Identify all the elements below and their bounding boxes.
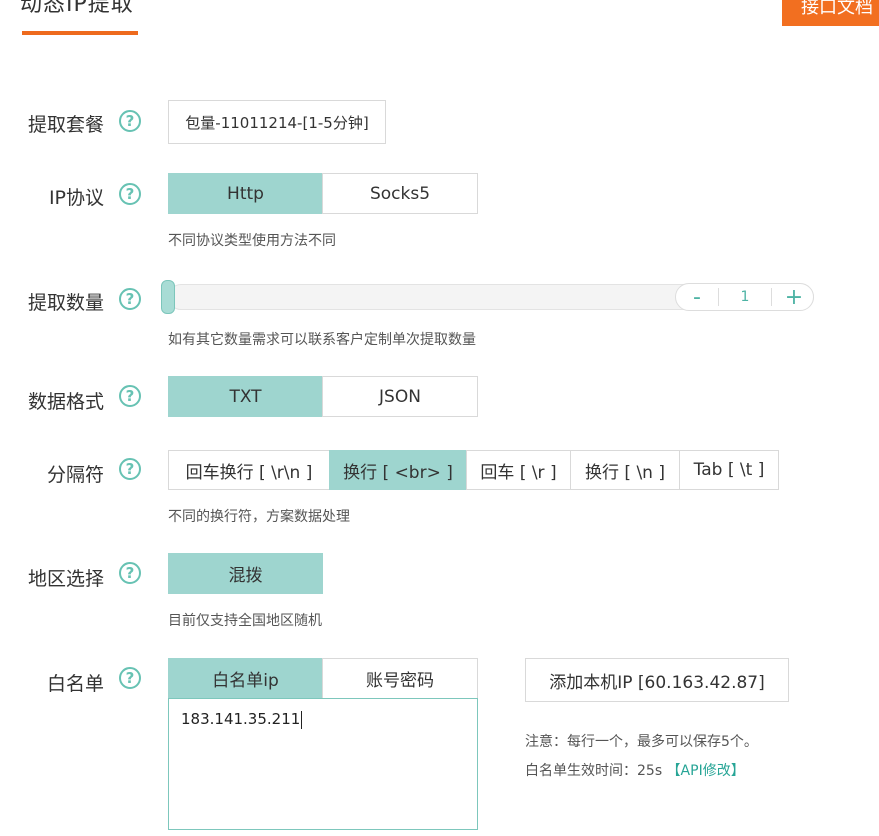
plan-select[interactable]: 包量-11011214-[1-5分钟]	[168, 100, 386, 144]
count-help-icon[interactable]: ?	[119, 288, 141, 310]
decrement-button[interactable]: -	[677, 284, 717, 310]
protocol-hint: 不同协议类型使用方法不同	[168, 233, 336, 249]
add-local-ip-button[interactable]: 添加本机IP [60.163.42.87]	[525, 658, 789, 702]
count-value[interactable]: 1	[718, 288, 772, 306]
separator-crlf-button[interactable]: 回车换行 [ \r\n ]	[168, 450, 330, 490]
separator-hint: 不同的换行符，方案数据处理	[168, 509, 350, 525]
count-label: 提取数量	[27, 292, 104, 314]
whitelist-effective-time: 白名单生效时间：25s 【API修改】	[525, 760, 745, 780]
effective-time-text: 白名单生效时间：25s	[525, 763, 667, 779]
protocol-help-icon[interactable]: ?	[119, 183, 141, 205]
region-label: 地区选择	[27, 568, 104, 590]
whitelist-textarea-value: 183.141.35.211	[181, 710, 301, 728]
separator-lf-button[interactable]: 换行 [ \n ]	[570, 450, 680, 490]
whitelist-label: 白名单	[46, 673, 104, 695]
separator-help-icon[interactable]: ?	[119, 458, 141, 480]
format-help-icon[interactable]: ?	[119, 385, 141, 407]
count-slider-handle[interactable]	[161, 280, 175, 314]
count-stepper: - 1 +	[675, 283, 814, 311]
whitelist-textarea[interactable]: 183.141.35.211	[168, 698, 478, 830]
separator-tab-button[interactable]: Tab [ \t ]	[679, 450, 779, 490]
separator-br-button[interactable]: 换行 [ <br> ]	[329, 450, 467, 490]
format-label: 数据格式	[27, 391, 104, 413]
tab-whitelist-ip[interactable]: 白名单ip	[168, 658, 323, 699]
protocol-label: IP协议	[48, 187, 104, 209]
format-json-button[interactable]: JSON	[322, 376, 478, 417]
api-modify-link[interactable]: 【API修改】	[667, 763, 745, 779]
protocol-socks5-button[interactable]: Socks5	[322, 173, 478, 214]
whitelist-note: 注意：每行一个，最多可以保存5个。	[525, 734, 758, 750]
increment-button[interactable]: +	[774, 284, 814, 310]
region-mixed-button[interactable]: 混拨	[168, 553, 323, 594]
text-cursor	[301, 710, 303, 729]
count-hint: 如有其它数量需求可以联系客户定制单次提取数量	[168, 332, 476, 348]
protocol-http-button[interactable]: Http	[168, 173, 323, 214]
api-doc-button[interactable]: 接口文档	[782, 0, 879, 26]
plan-help-icon[interactable]: ?	[119, 110, 141, 132]
separator-label: 分隔符	[46, 464, 104, 486]
region-help-icon[interactable]: ?	[119, 562, 141, 584]
tab-account-password[interactable]: 账号密码	[322, 658, 478, 699]
separator-cr-button[interactable]: 回车 [ \r ]	[466, 450, 571, 490]
format-txt-button[interactable]: TXT	[168, 376, 323, 417]
whitelist-help-icon[interactable]: ?	[119, 667, 141, 689]
region-hint: 目前仅支持全国地区随机	[168, 613, 322, 629]
plan-label: 提取套餐	[27, 114, 104, 136]
page-title: 动态IP提取	[20, 0, 134, 17]
title-underline	[22, 31, 138, 35]
